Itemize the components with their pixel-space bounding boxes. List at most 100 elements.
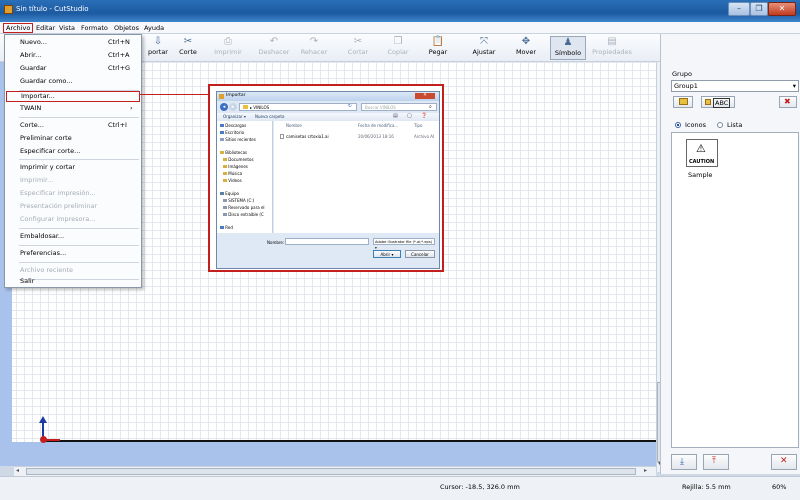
toolbar-rehacer-button[interactable]: ↷ Rehacer <box>296 36 332 60</box>
toolbar-simbolo-button[interactable]: ♟ Símbolo <box>550 36 586 60</box>
menu-item-salir[interactable]: Salir <box>6 275 140 288</box>
symbol-list[interactable]: ⚠ CAUTION Sample <box>671 132 799 448</box>
menu-item-imprimir-y-cortar[interactable]: Imprimir y cortar <box>6 161 140 174</box>
nav-descargas[interactable]: Descargas <box>220 123 246 129</box>
menu-item-twain[interactable]: TWAIN › <box>6 102 140 115</box>
remove-symbol-button[interactable]: ✕ <box>771 454 797 470</box>
nav-videos[interactable]: Vídeos <box>223 178 242 184</box>
menu-item-importar[interactable]: Importar... <box>6 91 140 102</box>
menu-item-corte[interactable]: Corte... Ctrl+I <box>6 119 140 132</box>
register-arrow-icon: ⤒ <box>712 456 716 466</box>
filename-input[interactable] <box>285 238 369 245</box>
view-list-radio[interactable] <box>717 122 723 128</box>
menu-item-guardar[interactable]: Guardar Ctrl+G <box>6 62 140 75</box>
scissors-icon: ✂ <box>353 36 363 47</box>
horizontal-scroll-thumb[interactable] <box>26 468 636 475</box>
recent-icon <box>220 138 224 141</box>
scroll-right-icon[interactable]: ▸ <box>644 467 647 474</box>
organize-button[interactable]: Organizar ▾ <box>223 114 246 119</box>
open-button[interactable]: Abrir ▾ <box>373 250 401 258</box>
menu-item-abrir[interactable]: Abrir... Ctrl+A <box>6 49 140 62</box>
refresh-icon[interactable]: ↻ <box>348 104 352 109</box>
toolbar-mover-button[interactable]: ✥ Mover <box>508 36 544 60</box>
menu-item-presentacion-preliminar[interactable]: Presentación preliminar <box>6 200 140 213</box>
group-select[interactable]: Group1 ▾ <box>671 80 799 92</box>
nav-sitios-recientes[interactable]: Sitios recientes <box>220 137 256 143</box>
forward-icon[interactable]: ▸ <box>229 103 237 111</box>
column-tipo[interactable]: Tipo <box>414 123 422 128</box>
import-close-button[interactable]: ✕ <box>415 93 435 99</box>
menu-objetos[interactable]: Objetos <box>112 23 141 33</box>
menu-item-especificar-impresion[interactable]: Especificar impresión... <box>6 187 140 200</box>
menu-item-especificar-corte[interactable]: Especificar corte... <box>6 145 140 158</box>
ai-file-icon <box>280 134 284 139</box>
origin-point-icon[interactable] <box>40 436 47 443</box>
menu-item-imprimir[interactable]: Imprimir... <box>6 174 140 187</box>
delete-symbol-button[interactable]: ✖ <box>779 96 797 108</box>
toolbar-deshacer-button[interactable]: ↶ Deshacer <box>256 36 292 60</box>
drive-icon <box>223 199 227 202</box>
filetype-select[interactable]: Adobe Illustrator file (*.ai;*.eps) ▾ <box>373 238 435 250</box>
desktop-icon <box>220 131 224 134</box>
nav-sistema-c[interactable]: SISTEMA (C:) <box>223 198 254 204</box>
menu-item-preferencias[interactable]: Preferencias... <box>6 247 140 260</box>
preview-pane-icon[interactable]: ▢ <box>407 113 412 119</box>
place-symbol-button[interactable]: ⤓ <box>671 454 697 470</box>
new-folder-button[interactable]: Nueva carpeta <box>255 114 284 119</box>
dropdown-arrow-icon: ▾ <box>792 82 796 90</box>
menu-item-preliminar-corte[interactable]: Preliminar corte <box>6 132 140 145</box>
register-symbol-button[interactable]: ⤒ <box>703 454 729 470</box>
menu-archivo[interactable]: Archivo <box>3 23 34 33</box>
symbol-item-sample[interactable]: ⚠ CAUTION <box>686 139 718 167</box>
close-icon: ✕ <box>778 4 786 13</box>
pictures-icon <box>223 165 227 168</box>
toolbar-copiar-button[interactable]: ❐ Copiar <box>380 36 416 60</box>
horizontal-scrollbar[interactable]: ◂ ▸ <box>14 466 656 476</box>
nav-imagenes[interactable]: Imágenes <box>223 164 248 170</box>
add-text-symbol-button[interactable]: ABC <box>701 96 735 108</box>
cut-plot-icon: ✂ <box>183 36 193 47</box>
column-fecha[interactable]: Fecha de modifica... <box>358 123 398 128</box>
back-icon[interactable]: ◂ <box>220 103 228 111</box>
import-file-list[interactable]: Nombre Fecha de modifica... Tipo camiset… <box>274 121 439 233</box>
nav-disco-extraible[interactable]: Disco extraíble (C <box>223 212 264 218</box>
menu-item-configurar-impresora[interactable]: Configurar impresora... <box>6 213 140 226</box>
cancel-button[interactable]: Cancelar <box>405 250 435 258</box>
toolbar-cortar-button[interactable]: ✂ Cortar <box>340 36 376 60</box>
app-icon <box>4 5 13 14</box>
toolbar-corte-button[interactable]: ✂ Corte <box>170 36 206 60</box>
move-icon: ✥ <box>521 36 531 47</box>
toolbar-propiedades-button[interactable]: ▤ Propiedades <box>590 36 634 60</box>
close-button[interactable]: ✕ <box>768 2 796 16</box>
toolbar-ajustar-button[interactable]: ⤧ Ajustar <box>466 36 502 60</box>
nav-documentos[interactable]: Documentos <box>223 157 254 163</box>
file-row[interactable]: camisetas crtoxia1.ai 20/06/2013 18:16 A… <box>280 133 438 140</box>
add-folder-button[interactable] <box>673 96 693 108</box>
menu-editar[interactable]: Editar <box>34 23 57 33</box>
nav-bibliotecas[interactable]: Bibliotecas <box>220 150 247 156</box>
view-options-icon[interactable]: ▤ <box>393 113 398 119</box>
nav-equipo[interactable]: Equipo <box>220 191 239 197</box>
maximize-button[interactable]: ❐ <box>750 2 768 16</box>
maximize-icon: ❐ <box>755 4 763 13</box>
minimize-button[interactable]: – <box>728 2 750 16</box>
address-bar[interactable]: ▸ VINILOS ↻ <box>239 103 357 111</box>
menu-vista[interactable]: Vista <box>57 23 77 33</box>
column-nombre[interactable]: Nombre <box>286 123 302 128</box>
scroll-left-icon[interactable]: ◂ <box>16 467 19 474</box>
nav-red[interactable]: Red <box>220 225 233 231</box>
menu-item-embaldosar[interactable]: Embaldosar... <box>6 230 140 243</box>
toolbar-imprimir-button[interactable]: ⎙ Imprimir <box>210 36 246 60</box>
nav-reservado[interactable]: Reservado para el <box>223 205 265 211</box>
menu-formato[interactable]: Formato <box>79 23 110 33</box>
removable-drive-icon <box>223 213 227 216</box>
toolbar-pegar-button[interactable]: 📋 Pegar <box>420 36 456 60</box>
view-icons-radio[interactable] <box>675 122 681 128</box>
menu-item-nuevo[interactable]: Nuevo... Ctrl+N <box>6 36 140 49</box>
search-input[interactable]: Buscar VINILOS ⌕ <box>361 103 437 111</box>
help-icon[interactable]: ❓ <box>421 113 427 119</box>
menu-ayuda[interactable]: Ayuda <box>142 23 166 33</box>
nav-escritorio[interactable]: Escritorio <box>220 130 244 136</box>
menu-item-guardar-como[interactable]: Guardar como... <box>6 75 140 88</box>
nav-musica[interactable]: Música <box>223 171 242 177</box>
